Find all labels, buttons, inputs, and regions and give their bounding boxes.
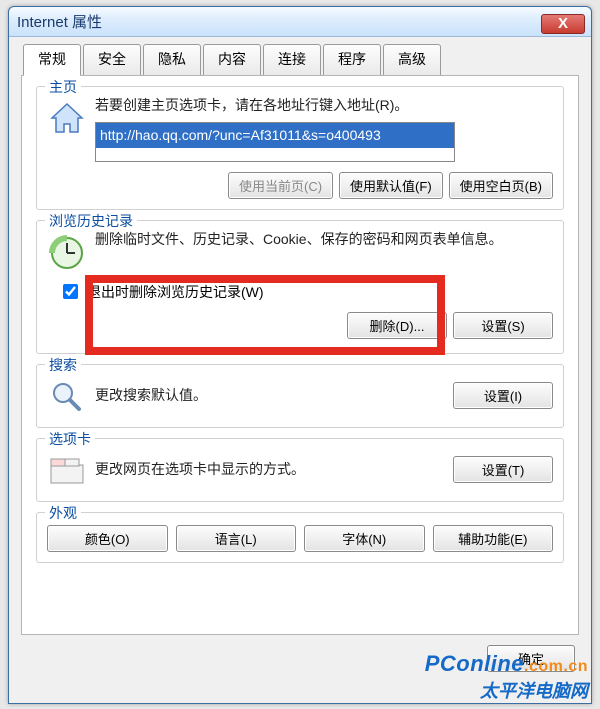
delete-on-exit-label: 退出时删除浏览历史记录(W) (87, 282, 264, 302)
font-button[interactable]: 字体(N) (304, 525, 425, 552)
access-button[interactable]: 辅助功能(E) (433, 525, 554, 552)
use-current-button[interactable]: 使用当前页(C) (228, 172, 333, 199)
tabcard-settings-button[interactable]: 设置(T) (453, 456, 553, 483)
group-tabcard: 选项卡 更改网页在选项卡中显示的方式。 设置(T) (36, 438, 564, 502)
titlebar[interactable]: Internet 属性 X (9, 7, 591, 37)
delete-on-exit-checkbox[interactable]: 退出时删除浏览历史记录(W) (59, 281, 553, 302)
legend-tabcard: 选项卡 (45, 429, 95, 449)
history-desc: 删除临时文件、历史记录、Cookie、保存的密码和网页表单信息。 (95, 229, 553, 250)
legend-search: 搜索 (45, 355, 81, 375)
home-url-text: http://hao.qq.com/?unc=Af31011&s=o400493 (96, 123, 454, 148)
delete-history-button[interactable]: 删除(D)... (347, 312, 447, 339)
delete-on-exit-input[interactable] (63, 284, 78, 299)
dialog-footer: 确定 (9, 635, 591, 672)
tab-connections[interactable]: 连接 (263, 44, 321, 76)
color-button[interactable]: 颜色(O) (47, 525, 168, 552)
legend-home: 主页 (45, 77, 81, 97)
group-appearance: 外观 颜色(O) 语言(L) 字体(N) 辅助功能(E) (36, 512, 564, 563)
tab-advanced[interactable]: 高级 (383, 44, 441, 76)
tab-programs[interactable]: 程序 (323, 44, 381, 76)
history-settings-button[interactable]: 设置(S) (453, 312, 553, 339)
tabstrip: 常规 安全 隐私 内容 连接 程序 高级 (9, 37, 591, 75)
use-default-button[interactable]: 使用默认值(F) (339, 172, 443, 199)
search-settings-button[interactable]: 设置(I) (453, 382, 553, 409)
group-home: 主页 若要创建主页选项卡，请在各地址行键入地址(R)。 http://hao.q… (36, 86, 564, 210)
home-desc: 若要创建主页选项卡，请在各地址行键入地址(R)。 (95, 95, 553, 116)
internet-properties-window: Internet 属性 X 常规 安全 隐私 内容 连接 程序 高级 主页 若要… (8, 6, 592, 704)
group-search: 搜索 更改搜索默认值。 设置(I) (36, 364, 564, 428)
legend-history: 浏览历史记录 (45, 211, 137, 231)
search-desc: 更改搜索默认值。 (95, 385, 453, 406)
history-icon (47, 233, 87, 273)
legend-appearance: 外观 (45, 503, 81, 523)
close-button[interactable]: X (541, 14, 585, 34)
home-icon (47, 99, 87, 139)
ok-button[interactable]: 确定 (487, 645, 575, 672)
tab-privacy[interactable]: 隐私 (143, 44, 201, 76)
content-pane: 主页 若要创建主页选项卡，请在各地址行键入地址(R)。 http://hao.q… (21, 75, 579, 635)
window-title: Internet 属性 (17, 11, 541, 32)
tab-general[interactable]: 常规 (23, 44, 81, 76)
tabs-icon (47, 451, 87, 491)
lang-button[interactable]: 语言(L) (176, 525, 297, 552)
home-url-input[interactable]: http://hao.qq.com/?unc=Af31011&s=o400493 (95, 122, 455, 162)
tab-security[interactable]: 安全 (83, 44, 141, 76)
tab-content[interactable]: 内容 (203, 44, 261, 76)
tabcard-desc: 更改网页在选项卡中显示的方式。 (95, 459, 453, 480)
search-icon (47, 377, 87, 417)
use-blank-button[interactable]: 使用空白页(B) (449, 172, 553, 199)
group-history: 浏览历史记录 删除临时文件、历史记录、Cookie、保存的密码和网页表单信息。 … (36, 220, 564, 354)
